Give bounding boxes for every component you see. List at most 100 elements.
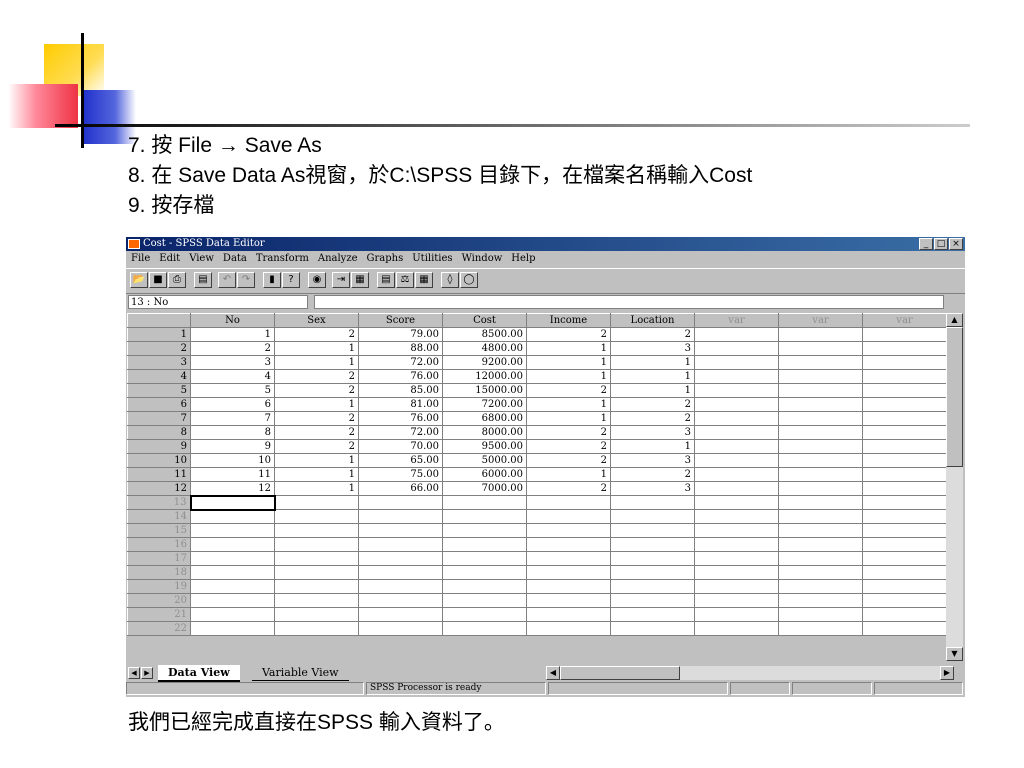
row-number[interactable]: 8 [127, 425, 191, 440]
data-cell[interactable] [526, 593, 611, 608]
row-number[interactable]: 12 [127, 481, 191, 496]
menu-analyze[interactable]: Analyze [318, 252, 358, 266]
data-cell[interactable] [358, 551, 443, 566]
data-cell[interactable] [694, 341, 779, 356]
data-cell[interactable] [862, 495, 947, 510]
close-button[interactable]: × [949, 238, 963, 250]
tab-variable-view[interactable]: Variable View [252, 665, 349, 681]
row-number[interactable]: 19 [127, 579, 191, 594]
data-cell[interactable] [778, 439, 863, 454]
data-cell[interactable] [862, 523, 947, 538]
menu-transform[interactable]: Transform [256, 252, 309, 266]
data-cell[interactable]: 1 [610, 383, 695, 398]
data-cell[interactable] [778, 411, 863, 426]
data-cell[interactable]: 1 [274, 453, 359, 468]
data-cell[interactable]: 79.00 [358, 327, 443, 342]
data-cell[interactable] [862, 551, 947, 566]
data-cell[interactable] [694, 495, 779, 510]
goto-case-icon[interactable]: ? [282, 272, 300, 288]
data-cell[interactable]: 3 [610, 453, 695, 468]
data-cell[interactable]: 2 [610, 327, 695, 342]
data-cell[interactable] [778, 523, 863, 538]
data-cell[interactable] [778, 593, 863, 608]
data-cell[interactable] [694, 397, 779, 412]
insert-case-icon[interactable]: ⇥ [332, 272, 350, 288]
data-cell[interactable] [190, 537, 275, 552]
row-number[interactable]: 17 [127, 551, 191, 566]
data-cell[interactable] [778, 481, 863, 496]
data-cell[interactable]: 85.00 [358, 383, 443, 398]
menu-help[interactable]: Help [511, 252, 535, 266]
data-cell[interactable] [274, 579, 359, 594]
data-cell[interactable] [526, 579, 611, 594]
data-cell[interactable] [778, 551, 863, 566]
data-cell[interactable]: 81.00 [358, 397, 443, 412]
data-cell[interactable]: 9 [190, 439, 275, 454]
use-sets-icon[interactable]: ◯ [460, 272, 478, 288]
data-cell[interactable] [610, 579, 695, 594]
data-cell[interactable] [778, 397, 863, 412]
data-cell[interactable] [274, 593, 359, 608]
data-cell[interactable]: 7000.00 [442, 481, 527, 496]
data-cell[interactable]: 1 [526, 467, 611, 482]
data-cell[interactable]: 2 [526, 383, 611, 398]
open-icon[interactable]: 📂 [130, 272, 148, 288]
data-cell[interactable] [862, 425, 947, 440]
data-cell[interactable] [526, 523, 611, 538]
corner-cell[interactable] [127, 313, 191, 328]
data-cell[interactable] [694, 439, 779, 454]
row-number[interactable]: 21 [127, 607, 191, 622]
data-cell[interactable]: 12 [190, 481, 275, 496]
data-cell[interactable]: 6 [190, 397, 275, 412]
menu-edit[interactable]: Edit [159, 252, 180, 266]
tab-next-arrow-icon[interactable]: ▶ [141, 667, 153, 679]
data-cell[interactable]: 1 [274, 397, 359, 412]
row-number[interactable]: 1 [127, 327, 191, 342]
data-cell[interactable]: 2 [274, 411, 359, 426]
scroll-right-arrow-icon[interactable]: ▶ [940, 666, 954, 680]
row-number[interactable]: 4 [127, 369, 191, 384]
data-cell[interactable] [862, 341, 947, 356]
data-cell[interactable]: 6800.00 [442, 411, 527, 426]
data-cell[interactable]: 65.00 [358, 453, 443, 468]
data-cell[interactable] [862, 537, 947, 552]
data-cell[interactable]: 2 [190, 341, 275, 356]
data-cell[interactable]: 10 [190, 453, 275, 468]
data-cell[interactable] [358, 621, 443, 636]
data-cell[interactable] [442, 509, 527, 524]
data-cell[interactable] [778, 537, 863, 552]
data-cell[interactable]: 1 [526, 411, 611, 426]
data-cell[interactable]: 5 [190, 383, 275, 398]
data-cell[interactable] [190, 565, 275, 580]
cell-editor-input[interactable] [314, 295, 944, 309]
row-number[interactable]: 20 [127, 593, 191, 608]
data-cell[interactable]: 3 [610, 425, 695, 440]
value-labels-icon[interactable]: ◊ [441, 272, 459, 288]
data-cell[interactable] [190, 621, 275, 636]
split-file-icon[interactable]: ▤ [377, 272, 395, 288]
row-number[interactable]: 9 [127, 439, 191, 454]
data-cell[interactable]: 1 [526, 355, 611, 370]
vertical-scrollbar[interactable]: ▲ ▼ [946, 313, 963, 661]
row-number[interactable]: 11 [127, 467, 191, 482]
data-cell[interactable] [862, 467, 947, 482]
data-cell[interactable]: 3 [190, 355, 275, 370]
scroll-up-arrow-icon[interactable]: ▲ [946, 313, 963, 327]
data-cell[interactable] [190, 509, 275, 524]
tab-data-view[interactable]: Data View [158, 665, 240, 682]
row-number[interactable]: 16 [127, 537, 191, 552]
data-cell[interactable] [610, 593, 695, 608]
data-cell[interactable] [694, 355, 779, 370]
menu-graphs[interactable]: Graphs [367, 252, 404, 266]
data-cell[interactable] [610, 551, 695, 566]
data-cell[interactable]: 2 [610, 467, 695, 482]
data-cell[interactable] [442, 593, 527, 608]
redo-icon[interactable]: ↷ [237, 272, 255, 288]
data-cell[interactable]: 12000.00 [442, 369, 527, 384]
data-cell[interactable] [694, 551, 779, 566]
data-cell[interactable]: 7200.00 [442, 397, 527, 412]
data-cell[interactable]: 1 [274, 481, 359, 496]
scroll-down-arrow-icon[interactable]: ▼ [946, 647, 963, 661]
data-cell[interactable] [526, 551, 611, 566]
data-cell[interactable] [610, 565, 695, 580]
